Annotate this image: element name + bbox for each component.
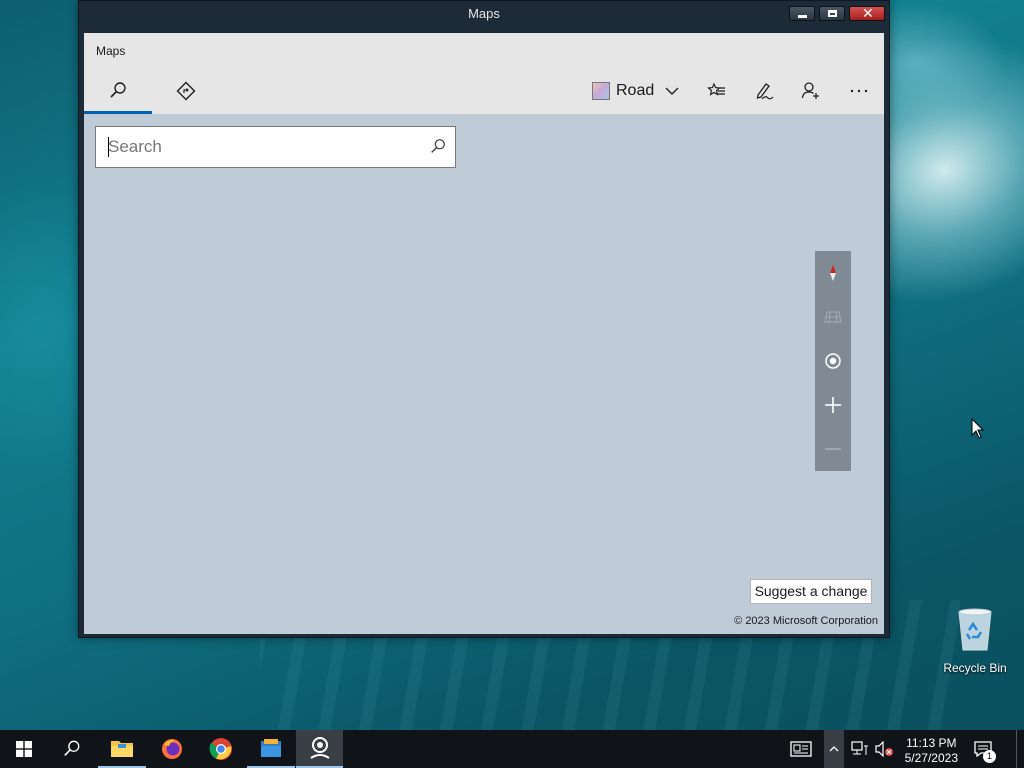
tilt-icon (824, 311, 842, 323)
network-icon (851, 741, 868, 755)
windows-logo-icon (16, 741, 32, 757)
road-map-thumbnail (592, 82, 610, 100)
notification-count-badge: 1 (983, 750, 996, 763)
map-controls-panel (815, 251, 851, 471)
favorites-icon (707, 82, 725, 96)
account-button[interactable] (799, 77, 823, 105)
maps-icon (309, 737, 330, 759)
show-hidden-icons-button[interactable] (824, 730, 844, 768)
taskbar-firefox[interactable] (148, 730, 196, 768)
tab-directions[interactable] (152, 77, 220, 114)
search-icon (431, 139, 445, 153)
search-icon (64, 740, 80, 756)
account-icon (801, 82, 819, 99)
recycle-bin-icon (958, 608, 992, 651)
more-icon (850, 89, 868, 93)
minimize-button[interactable] (789, 6, 815, 21)
taskbar-files-app[interactable] (247, 730, 295, 768)
zoom-in-button[interactable] (815, 383, 851, 427)
locate-me-button[interactable] (815, 339, 851, 383)
compass-button[interactable] (815, 251, 851, 295)
window-title: Maps (468, 6, 500, 21)
taskbar-search-button[interactable] (48, 730, 96, 768)
zoom-out-button[interactable] (815, 427, 851, 471)
action-center-button[interactable] (968, 730, 998, 768)
taskbar-file-explorer[interactable] (98, 730, 146, 768)
taskbar-chrome[interactable] (197, 730, 245, 768)
zoom-out-icon (825, 448, 841, 450)
recycle-bin-label: Recycle Bin (943, 661, 1007, 675)
chevron-up-icon (829, 746, 839, 752)
ink-button[interactable] (752, 77, 776, 105)
chrome-icon (209, 738, 232, 760)
zoom-in-icon (825, 397, 841, 413)
app-title: Maps (96, 44, 126, 58)
files-app-icon (261, 739, 281, 757)
close-icon: ✕ (862, 5, 874, 21)
maximize-button[interactable] (819, 6, 845, 21)
copyright-text: © 2023 Microsoft Corporation (734, 615, 878, 627)
chevron-down-icon (665, 87, 679, 95)
favorites-button[interactable] (705, 77, 729, 105)
more-button[interactable] (847, 77, 871, 105)
firefox-icon (162, 739, 182, 759)
tab-search[interactable] (84, 77, 152, 114)
map-style-label: Road (616, 82, 655, 99)
file-explorer-icon (111, 741, 133, 757)
taskbar: 11:13 PM 5/27/2023 1 (0, 730, 1024, 768)
directions-icon (176, 81, 196, 101)
search-box[interactable] (95, 126, 456, 168)
maps-client-area: Maps Road Search Suggest a change © 2023… (84, 33, 884, 634)
clock-date: 5/27/2023 (904, 751, 958, 765)
window-titlebar[interactable]: Maps ✕ (79, 1, 889, 31)
app-header: Maps Road (84, 33, 884, 114)
mouse-cursor-icon (971, 418, 985, 439)
start-button[interactable] (0, 730, 48, 768)
maximize-icon (828, 10, 837, 17)
taskbar-maps[interactable] (296, 730, 343, 768)
tilt-button[interactable] (815, 295, 851, 339)
network-button[interactable] (849, 730, 871, 768)
suggest-change-button[interactable]: Suggest a change (750, 579, 872, 604)
minimize-icon (798, 15, 807, 18)
show-desktop-button[interactable] (1016, 730, 1024, 768)
close-button[interactable]: ✕ (849, 5, 885, 21)
locate-icon (825, 353, 841, 369)
ink-pen-icon (756, 83, 774, 100)
volume-muted-icon (875, 741, 893, 757)
news-icon (790, 741, 812, 757)
recycle-bin-desktop-icon[interactable]: Recycle Bin (938, 606, 1012, 675)
search-input[interactable] (108, 134, 418, 160)
search-submit-button[interactable] (429, 138, 447, 161)
news-widget-button[interactable] (784, 730, 818, 768)
clock-button[interactable]: 11:13 PM 5/27/2023 (905, 736, 958, 766)
clock-time: 11:13 PM (906, 736, 957, 750)
volume-button[interactable] (873, 730, 895, 768)
compass-icon (830, 265, 836, 281)
search-icon (110, 82, 126, 98)
map-style-dropdown[interactable]: Road (592, 77, 680, 105)
maps-window: Maps ✕ Maps Road Search Suggest a change… (78, 0, 890, 638)
